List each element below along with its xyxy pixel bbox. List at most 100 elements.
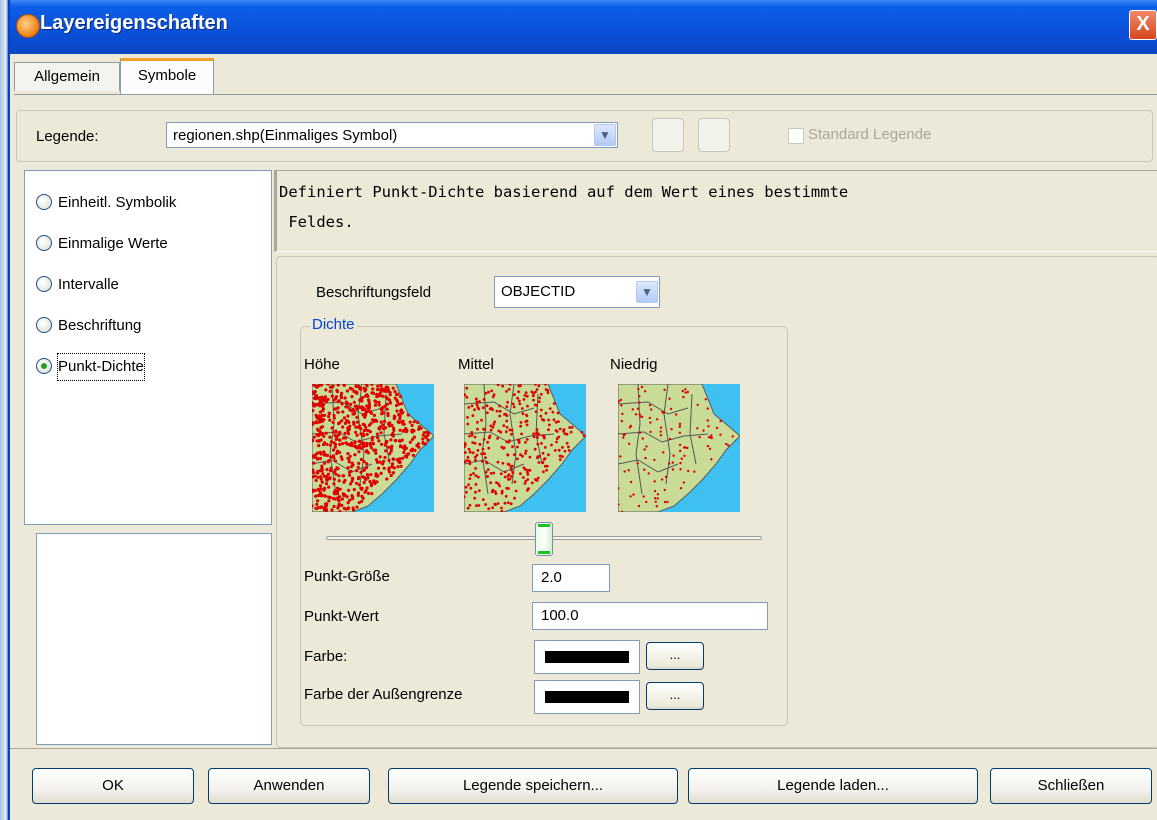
dot-high bbox=[318, 492, 322, 496]
dot-low bbox=[654, 500, 657, 503]
dot-low bbox=[659, 426, 663, 429]
density-preview-low[interactable] bbox=[618, 384, 740, 512]
dot-low bbox=[715, 426, 719, 430]
dot-high bbox=[336, 410, 340, 414]
dot-high bbox=[366, 394, 370, 398]
title-bar[interactable]: Layereigenschaften X bbox=[10, 0, 1157, 54]
dot-low bbox=[659, 430, 662, 433]
dot-medium bbox=[551, 410, 555, 414]
dot-high bbox=[354, 430, 358, 434]
farbe-choose-button[interactable]: ... bbox=[646, 642, 704, 670]
radio-button[interactable] bbox=[36, 235, 52, 251]
dot-high bbox=[384, 449, 388, 453]
dot-medium bbox=[501, 461, 505, 465]
aussengrenze-swatch[interactable] bbox=[534, 680, 640, 714]
dot-low bbox=[664, 475, 668, 479]
legend-action-button-1[interactable] bbox=[652, 118, 684, 152]
dot-high bbox=[324, 398, 328, 402]
dot-low bbox=[663, 500, 667, 504]
close-window-button[interactable]: X bbox=[1129, 10, 1157, 40]
dot-medium bbox=[503, 475, 507, 479]
dot-high bbox=[373, 403, 377, 407]
dot-medium bbox=[516, 396, 519, 400]
radio-button[interactable] bbox=[36, 358, 52, 374]
dot-high bbox=[327, 495, 331, 499]
dot-medium bbox=[506, 400, 509, 404]
dot-high bbox=[347, 457, 351, 461]
dot-medium bbox=[477, 489, 481, 492]
dot-medium bbox=[525, 438, 529, 441]
dot-low bbox=[678, 425, 682, 428]
dot-low bbox=[653, 489, 657, 493]
dot-medium bbox=[522, 398, 526, 401]
color-swatch bbox=[545, 651, 629, 663]
dot-high bbox=[341, 425, 345, 429]
save-legend-button[interactable]: Legende speichern... bbox=[388, 768, 678, 804]
dot-high bbox=[320, 401, 324, 405]
dot-medium bbox=[512, 405, 516, 409]
dot-low bbox=[683, 454, 686, 457]
density-preview-medium[interactable] bbox=[464, 384, 586, 512]
dot-medium bbox=[528, 455, 532, 459]
dot-high bbox=[333, 434, 337, 438]
density-preview-high[interactable] bbox=[312, 384, 434, 512]
dot-high bbox=[374, 448, 378, 452]
punkt-wert-input[interactable]: 100.0 bbox=[532, 602, 768, 630]
dot-medium bbox=[496, 437, 499, 440]
dot-medium bbox=[487, 390, 490, 394]
punkt-groesse-input[interactable]: 2.0 bbox=[532, 564, 610, 592]
dot-high bbox=[315, 506, 319, 510]
dot-high bbox=[366, 491, 371, 495]
farbe-swatch[interactable] bbox=[534, 640, 640, 674]
radio-button[interactable] bbox=[36, 194, 52, 210]
dot-medium bbox=[492, 471, 496, 475]
dot-high bbox=[315, 385, 319, 389]
dot-medium bbox=[511, 445, 514, 449]
radio-button[interactable] bbox=[36, 276, 52, 292]
dot-high bbox=[366, 473, 370, 477]
dot-medium bbox=[472, 472, 475, 475]
dot-high bbox=[318, 484, 323, 488]
aussengrenze-choose-button[interactable]: ... bbox=[646, 682, 704, 710]
standard-legend-checkbox[interactable] bbox=[788, 128, 804, 144]
dot-high bbox=[408, 440, 412, 444]
tab-symbole[interactable]: Symbole bbox=[120, 58, 214, 95]
dot-medium bbox=[489, 472, 493, 475]
density-slider-handle[interactable] bbox=[535, 522, 553, 556]
radio-button[interactable] bbox=[36, 317, 52, 333]
legend-action-button-2[interactable] bbox=[698, 118, 730, 152]
dot-high bbox=[396, 465, 400, 469]
dot-low bbox=[653, 480, 656, 483]
dot-high bbox=[332, 477, 336, 481]
load-legend-button[interactable]: Legende laden... bbox=[688, 768, 978, 804]
dot-high bbox=[377, 439, 381, 443]
tab-allgemein[interactable]: Allgemein bbox=[14, 62, 120, 91]
dot-high bbox=[315, 439, 319, 443]
dot-medium bbox=[512, 453, 516, 456]
farbe-label: Farbe: bbox=[304, 648, 348, 665]
dot-high bbox=[385, 407, 389, 411]
legend-combo[interactable]: regionen.shp(Einmaliges Symbol) ▼ bbox=[166, 122, 618, 148]
dot-medium bbox=[476, 420, 479, 424]
dot-high bbox=[317, 488, 321, 493]
dot-medium bbox=[473, 441, 477, 445]
apply-button[interactable]: Anwenden bbox=[208, 768, 370, 804]
map-preview-image bbox=[312, 384, 434, 512]
dot-medium bbox=[528, 468, 532, 472]
dot-high bbox=[366, 476, 370, 480]
dot-high bbox=[345, 401, 350, 405]
dot-low bbox=[678, 422, 682, 426]
dot-high bbox=[349, 402, 353, 406]
dot-medium bbox=[524, 391, 528, 395]
dot-high bbox=[347, 488, 351, 492]
chevron-down-icon[interactable]: ▼ bbox=[636, 281, 658, 303]
dot-medium bbox=[535, 388, 539, 391]
ok-button[interactable]: OK bbox=[32, 768, 194, 804]
beschriftungsfeld-combo[interactable]: OBJECTID ▼ bbox=[494, 276, 660, 308]
dot-medium bbox=[481, 406, 485, 410]
chevron-down-icon[interactable]: ▼ bbox=[594, 124, 616, 146]
dot-medium bbox=[491, 506, 494, 510]
dot-high bbox=[359, 440, 363, 444]
dot-low bbox=[666, 500, 669, 504]
close-button[interactable]: Schließen bbox=[990, 768, 1152, 804]
